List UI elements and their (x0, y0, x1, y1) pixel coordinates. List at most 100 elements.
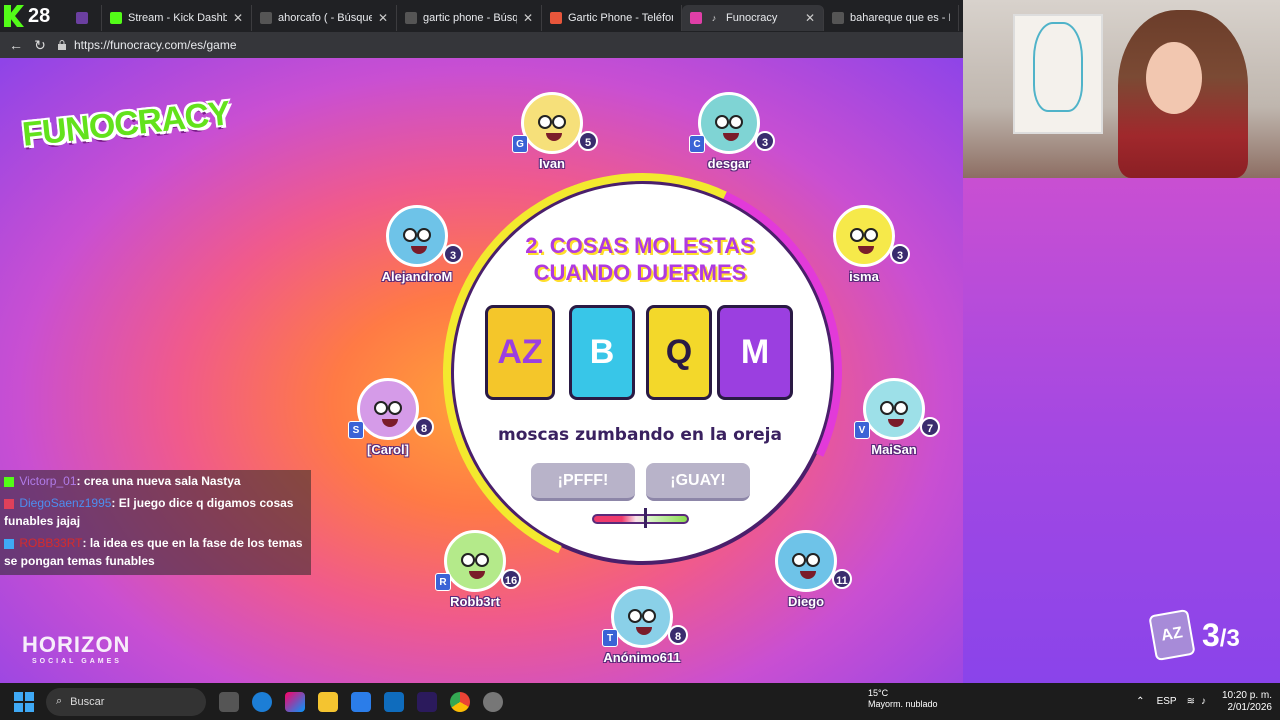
chat-badge-icon (4, 538, 14, 549)
player-ivan: G 5 Ivan (512, 92, 598, 171)
browser-tab-bar: 28 Stream - Kick Dashboard ✕ ahorcafo ( … (0, 0, 963, 32)
player-score: 5 (578, 131, 598, 151)
tab-close-icon[interactable]: ✕ (805, 11, 815, 25)
tab-close-icon[interactable]: ✕ (378, 11, 388, 25)
search-icon: ⌕ (56, 695, 63, 707)
answer-text: moscas zumbando en la oreja (498, 425, 782, 445)
wall-sketch (1033, 22, 1083, 112)
tab-close-icon[interactable]: ✕ (233, 11, 243, 25)
browser-tab[interactable] (68, 5, 102, 31)
speaker-icon: ♪ (711, 13, 717, 23)
player-name: Anónimo611 (603, 650, 681, 665)
player-badge: R (435, 573, 451, 591)
player-score: 3 (755, 131, 775, 151)
browser-tab-funocracy[interactable]: ♪ Funocracy ✕ (682, 5, 824, 31)
edge-icon[interactable] (252, 691, 272, 712)
player-name: MaiSan (871, 442, 917, 457)
phone-favicon-icon (550, 12, 562, 24)
browser-tab-ahorcado[interactable]: ahorcafo ( - Búsqueda ✕ (252, 5, 397, 31)
premiere-icon[interactable] (417, 691, 437, 712)
guay-button[interactable]: ¡GUAY! (646, 463, 750, 501)
player-score: 8 (414, 417, 434, 437)
avatar: 3 (386, 205, 463, 267)
address-bar: ← ↻ https://funocracy.com/es/game (0, 32, 963, 58)
player-name: Ivan (538, 156, 565, 171)
system-tray: ⌃ ESP ≋ ♪ 10:20 p. m. 2/01/2026 (1136, 683, 1272, 720)
avatar: V 7 (854, 378, 940, 440)
streamer-face (1146, 42, 1202, 114)
tab-close-icon[interactable]: ✕ (523, 11, 533, 25)
weather-widget[interactable]: 15°C Mayorm. nublado (868, 688, 938, 710)
copilot-icon[interactable] (285, 691, 305, 712)
horizon-logo: HORIZON SOCIAL GAMES (22, 632, 131, 665)
player-badge: V (854, 421, 870, 439)
round-indicator: AZ 3/3 (1148, 608, 1240, 662)
avatar: R 16 (435, 530, 521, 592)
browser-tab-gartic-search[interactable]: gartic phone - Búsqueda ✕ (397, 5, 542, 31)
avatar: C 3 (689, 92, 775, 154)
file-explorer-icon[interactable] (318, 691, 338, 712)
volume-icon[interactable]: ♪ (1201, 696, 1206, 707)
wifi-icon[interactable]: ≋ (1187, 696, 1195, 707)
kick-logo-icon (4, 5, 24, 27)
chat-badge-icon (4, 498, 14, 509)
player-name: Diego (787, 594, 825, 609)
tab-count: 28 (28, 4, 51, 27)
player-name: AlejandroM (381, 269, 453, 284)
avatar: 3 (833, 205, 910, 267)
card-b: B (569, 305, 635, 400)
browser-tab-bahareque[interactable]: bahareque que es - Búsq (824, 5, 959, 31)
vote-meter (592, 514, 689, 524)
search-favicon-icon (832, 12, 844, 24)
site-info-icon[interactable] (56, 39, 68, 51)
player-carol: S 8 [Carol] (348, 378, 434, 457)
vote-meter-marker (644, 508, 647, 528)
taskbar: ⌕ Buscar ⌃ ESP ≋ ♪ 10:20 p. m. 2/01/2026 (0, 683, 1280, 720)
chevron-up-icon[interactable]: ⌃ (1136, 696, 1144, 707)
avatar: G 5 (512, 92, 598, 154)
stream-chat: Victorp_01: crea una nueva sala Nastya D… (0, 470, 311, 575)
browser-tab-gartic-phone[interactable]: Gartic Phone - Teléfono (542, 5, 682, 31)
player-anonimo611: T 8 Anónimo611 (600, 586, 688, 665)
player-score: 3 (443, 244, 463, 264)
game-area-right (963, 178, 1280, 683)
back-arrow-icon[interactable]: ← (4, 37, 28, 53)
avatar: 11 (775, 530, 852, 592)
kick-favicon-icon (110, 12, 122, 24)
taskbar-search[interactable]: ⌕ Buscar (46, 687, 206, 716)
search-favicon-icon (260, 12, 272, 24)
obs-icon[interactable] (483, 691, 503, 712)
language-indicator[interactable]: ESP (1157, 696, 1177, 707)
tab-favicon-icon (76, 12, 88, 24)
search-favicon-icon (405, 12, 417, 24)
reload-icon[interactable]: ↻ (28, 37, 52, 54)
store-icon[interactable] (351, 691, 371, 712)
outlook-icon[interactable] (384, 691, 404, 712)
windows-start-icon[interactable] (14, 691, 34, 712)
player-score: 7 (920, 417, 940, 437)
player-name: [Carol] (367, 442, 409, 457)
chrome-icon[interactable] (450, 691, 470, 712)
pfff-button[interactable]: ¡PFFF! (531, 463, 635, 501)
round-card-icon: AZ (1148, 608, 1196, 662)
chat-message: DiegoSaenz1995: El juego dice q digamos … (4, 496, 294, 528)
player-score: 16 (501, 569, 521, 589)
player-isma: 3 isma (832, 205, 910, 284)
player-diego: 11 Diego (774, 530, 852, 609)
clock[interactable]: 10:20 p. m. 2/01/2026 (1222, 690, 1272, 714)
chat-badge-icon (4, 476, 14, 487)
url-field[interactable]: https://funocracy.com/es/game (56, 38, 237, 52)
avatar: T 8 (602, 586, 688, 648)
card-az: AZ (485, 305, 555, 400)
task-view-icon[interactable] (219, 691, 239, 712)
player-badge: T (602, 629, 618, 647)
round-total: /3 (1219, 624, 1240, 652)
card-q: Q (646, 305, 712, 400)
browser-tab-kick-dashboard[interactable]: Stream - Kick Dashboard ✕ (102, 5, 252, 31)
player-name: Robb3rt (450, 594, 500, 609)
player-alejandrom: 3 AlejandroM (375, 205, 463, 284)
player-name: desgar (707, 156, 751, 171)
player-name: isma (849, 269, 879, 284)
player-robb3rt: R 16 Robb3rt (435, 530, 521, 609)
player-score: 3 (890, 244, 910, 264)
